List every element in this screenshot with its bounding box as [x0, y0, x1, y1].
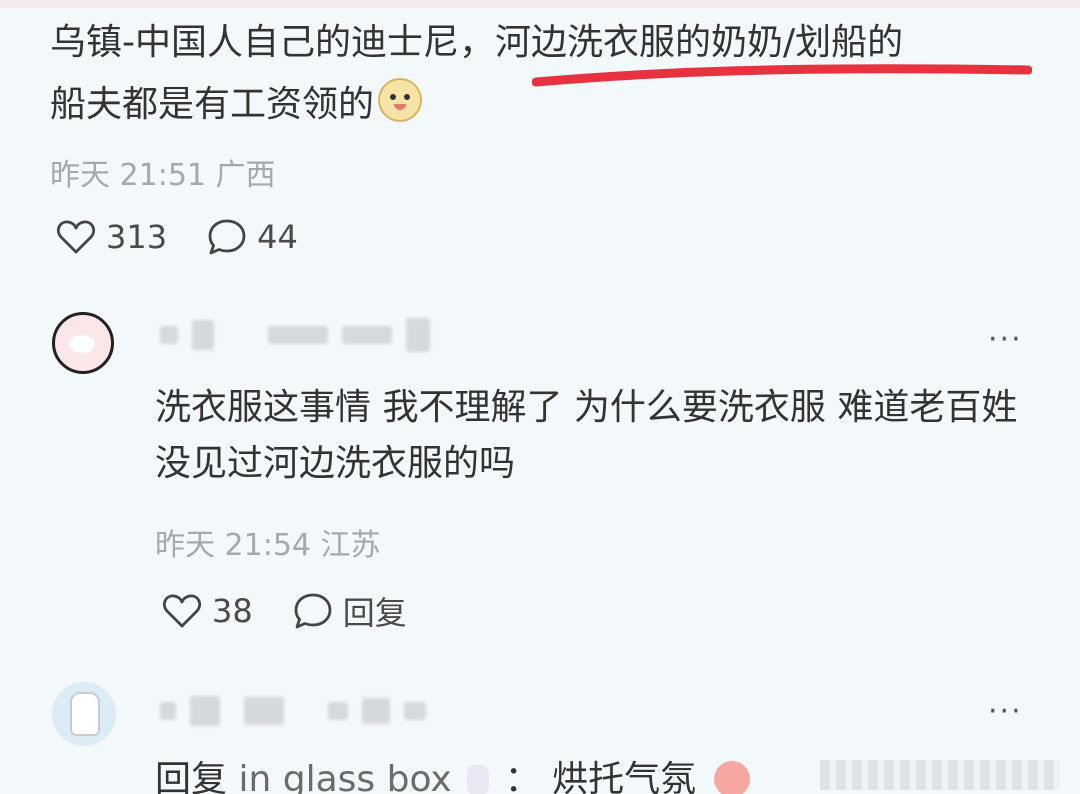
mention-username[interactable]: in glass box: [238, 759, 451, 794]
obscured-region: [820, 760, 1060, 790]
reply-actions: 38 回复: [162, 588, 447, 634]
post-like-button[interactable]: 313: [56, 218, 167, 256]
post-comment-count: 44: [257, 218, 298, 256]
comment-thread-page: 乌镇-中国人自己的迪士尼，河边洗衣服的奶奶/划船的 船夫都是有工资领的 昨天 2…: [0, 0, 1080, 794]
post-text-part3: 船夫都是有工资领的: [50, 84, 375, 125]
post-comment-button[interactable]: 44: [207, 218, 298, 256]
reply-timestamp: 昨天 21:54: [155, 528, 311, 563]
more-dots-icon[interactable]: ···: [988, 694, 1023, 729]
post-like-count: 313: [106, 218, 168, 256]
post-text-part1: 乌镇-中国人自己的迪士尼，: [50, 22, 495, 63]
post-text-highlighted: 河边洗衣服的奶奶/划船的: [495, 22, 904, 63]
comment-bubble-icon: [294, 593, 332, 629]
reply-meta: 昨天 21:54 江苏: [155, 520, 381, 564]
avatar[interactable]: [52, 682, 116, 746]
heart-icon: [57, 220, 95, 254]
reply-label: 回复: [342, 594, 407, 632]
reply-like-count: 38: [212, 592, 253, 630]
more-dots-icon[interactable]: ···: [988, 322, 1023, 357]
reply-like-button[interactable]: 38: [162, 592, 253, 630]
reply-content: 洗衣服这事情 我不理解了 为什么要洗衣服 难道老百姓没见过河边洗衣服的吗: [155, 387, 1018, 484]
post-timestamp: 昨天 21:51: [50, 158, 206, 193]
blurred-username: [160, 696, 440, 726]
red-underline-annotation: [532, 64, 1032, 87]
post-actions: 313 44: [56, 218, 338, 256]
reply-prefix: 回复: [155, 759, 228, 794]
reply-colon: ：: [504, 759, 541, 794]
reply-button[interactable]: 回复: [293, 588, 407, 634]
post-meta: 昨天 21:51 广西: [50, 150, 276, 194]
reply-location: 江苏: [320, 528, 381, 563]
reply-text: 烘托气氛: [552, 759, 697, 794]
heart-icon: [163, 594, 201, 628]
blurred-username: [160, 318, 444, 352]
top-strip: [0, 0, 1080, 8]
smile-face-emoji-icon: [378, 78, 423, 122]
comment-bubble-icon: [208, 219, 246, 255]
post-location: 广西: [215, 158, 276, 193]
rabbit-emoji-icon: [467, 765, 490, 794]
avatar[interactable]: [52, 312, 114, 374]
peach-emoji-icon: [713, 761, 750, 794]
